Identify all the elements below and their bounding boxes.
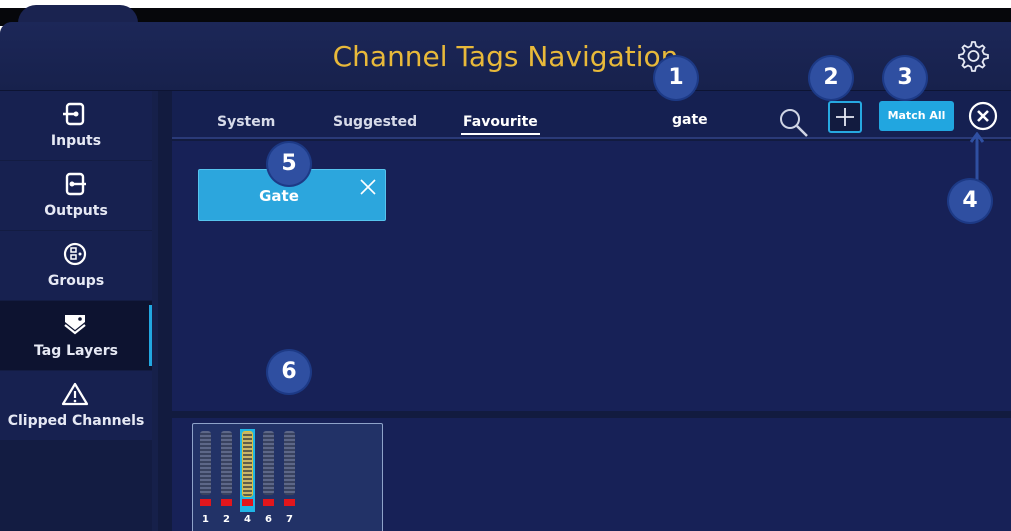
app-window: Channel Tags Navigation Inputs Outputs G…	[0, 22, 1011, 531]
level-meter	[242, 431, 253, 497]
clip-indicator	[263, 499, 274, 506]
callout-badge-1: 1	[655, 57, 697, 99]
gear-icon[interactable]	[954, 38, 990, 74]
header: Channel Tags Navigation	[0, 22, 1011, 91]
channel-strip-group[interactable]: 1 2 4 6 7	[192, 423, 383, 531]
search-icon[interactable]	[777, 105, 811, 139]
output-icon	[65, 172, 86, 196]
callout-badge-4: 4	[949, 180, 991, 222]
clip-indicator	[200, 499, 211, 506]
level-meter	[263, 431, 274, 495]
sidebar-item-label: Outputs	[44, 203, 108, 219]
callout-badge-5: 5	[268, 143, 310, 185]
tab-bar: System Suggested Favourite gate Match Al…	[172, 91, 1011, 139]
clip-indicator	[284, 499, 295, 506]
tab-suggested[interactable]: Suggested	[333, 114, 417, 130]
sidebar-item-inputs[interactable]: Inputs	[0, 91, 152, 160]
tag-chip-label: Gate	[259, 187, 299, 205]
sidebar: Inputs Outputs Groups Tag Layers Clipped…	[0, 91, 152, 531]
sidebar-item-label: Groups	[47, 273, 105, 289]
close-icon[interactable]	[967, 100, 999, 132]
channel-number: 6	[265, 514, 272, 525]
remove-tag-icon[interactable]	[359, 178, 377, 196]
channel-strip[interactable]	[282, 429, 297, 512]
callout-badge-3: 3	[884, 57, 926, 99]
sidebar-item-label: Inputs	[50, 133, 102, 149]
plus-icon	[836, 108, 854, 126]
page-title: Channel Tags Navigation	[332, 40, 679, 73]
sidebar-item-label: Clipped Channels	[7, 413, 145, 429]
channels-area: 1 2 4 6 7	[172, 418, 1011, 531]
channel-strip[interactable]	[261, 429, 276, 512]
level-meter	[200, 431, 211, 495]
sidebar-item-clipped-channels[interactable]: Clipped Channels	[0, 371, 152, 440]
channel-number: 1	[202, 514, 209, 525]
search-value[interactable]: gate	[672, 112, 708, 128]
callout-badge-2: 2	[810, 57, 852, 99]
sidebar-item-outputs[interactable]: Outputs	[0, 161, 152, 230]
channel-number: 4	[244, 514, 251, 525]
sidebar-item-tag-layers[interactable]: Tag Layers	[0, 301, 152, 370]
channel-number: 7	[286, 514, 293, 525]
groups-icon	[63, 242, 87, 266]
add-tag-button[interactable]	[828, 101, 862, 133]
channel-strip[interactable]	[198, 429, 213, 512]
level-meter	[284, 431, 295, 495]
match-all-button[interactable]: Match All	[879, 101, 954, 131]
sidebar-item-label: Tag Layers	[34, 343, 118, 359]
warning-icon	[61, 382, 89, 406]
channel-strip[interactable]	[240, 429, 255, 512]
channel-strip[interactable]	[219, 429, 234, 512]
clip-indicator	[221, 499, 232, 506]
tag-icon	[64, 315, 86, 335]
sidebar-item-groups[interactable]: Groups	[0, 231, 152, 300]
channel-number: 2	[223, 514, 230, 525]
callout-badge-6: 6	[268, 351, 310, 393]
level-meter	[221, 431, 232, 495]
tab-favourite[interactable]: Favourite	[461, 114, 540, 135]
tab-system[interactable]: System	[217, 114, 275, 130]
arrow-up-icon	[970, 132, 984, 180]
clip-indicator	[242, 499, 253, 506]
input-icon	[63, 102, 85, 126]
